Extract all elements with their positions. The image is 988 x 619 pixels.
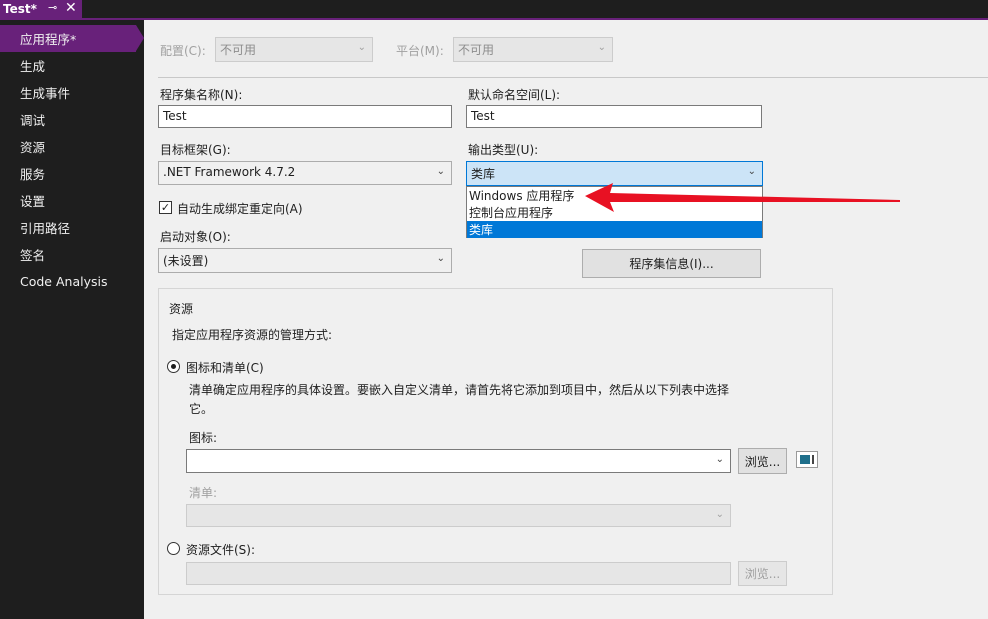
platform-value: 不可用 — [458, 43, 495, 57]
chevron-down-icon: ⌄ — [436, 166, 445, 177]
default-namespace-input[interactable]: Test — [466, 105, 762, 128]
chevron-down-icon: ⌄ — [715, 509, 724, 520]
auto-binding-checkbox[interactable]: ✓ — [159, 201, 172, 214]
radio-dot — [171, 364, 176, 369]
manifest-label: 清单: — [189, 486, 218, 500]
sidebar-item-label: 设置 — [20, 194, 46, 209]
sidebar-item-signing[interactable]: 签名 — [0, 241, 144, 268]
sidebar-item-label: 资源 — [20, 140, 46, 155]
icon-manifest-radio[interactable] — [167, 360, 180, 373]
target-framework-select[interactable]: .NET Framework 4.7.2 ⌄ — [158, 161, 452, 185]
sidebar-item-label: 签名 — [20, 248, 46, 263]
chevron-down-icon: ⌄ — [715, 454, 724, 465]
resources-subtitle: 指定应用程序资源的管理方式: — [172, 328, 333, 342]
application-properties-panel: 配置(C): 不可用 ⌄ 平台(M): 不可用 ⌄ 程序集名称(N): Test… — [144, 20, 988, 619]
manifest-description: 清单确定应用程序的具体设置。要嵌入自定义清单，请首先将它添加到项目中，然后从以下… — [189, 383, 730, 416]
assembly-name-input[interactable]: Test — [158, 105, 452, 128]
config-value: 不可用 — [220, 43, 257, 57]
target-framework-label: 目标框架(G): — [160, 143, 231, 157]
output-type-select[interactable]: 类库 ⌄ — [466, 161, 763, 186]
icon-browse-button[interactable]: 浏览... — [738, 448, 787, 474]
manifest-select[interactable]: ⌄ — [186, 504, 731, 527]
platform-label: 平台(M): — [396, 44, 444, 58]
sidebar-item-label: Code Analysis — [20, 274, 108, 289]
sidebar-item-label: 引用路径 — [20, 221, 71, 236]
chevron-down-icon: ⌄ — [597, 42, 606, 53]
sidebar-item-label: 生成事件 — [20, 86, 71, 101]
assembly-name-label: 程序集名称(N): — [160, 88, 243, 102]
sidebar-item-code-analysis[interactable]: Code Analysis — [0, 268, 144, 295]
sidebar-item-reference-paths[interactable]: 引用路径 — [0, 214, 144, 241]
resource-file-input[interactable] — [186, 562, 731, 585]
tab-title: Test* — [3, 2, 37, 16]
platform-select[interactable]: 不可用 ⌄ — [453, 37, 613, 62]
sidebar-item-label: 生成 — [20, 59, 46, 74]
assembly-info-button[interactable]: 程序集信息(I)... — [582, 249, 761, 278]
startup-object-label: 启动对象(O): — [160, 230, 231, 244]
auto-binding-label: 自动生成绑定重定向(A) — [177, 202, 303, 216]
icon-preview-fill — [800, 455, 810, 464]
sidebar-item-debug[interactable]: 调试 — [0, 106, 144, 133]
close-icon[interactable]: ✕ — [65, 0, 77, 16]
chevron-down-icon: ⌄ — [747, 166, 756, 177]
resource-file-label: 资源文件(S): — [186, 543, 256, 557]
separator — [158, 77, 988, 78]
sidebar-item-settings[interactable]: 设置 — [0, 187, 144, 214]
icon-label: 图标: — [189, 431, 218, 445]
icon-manifest-label: 图标和清单(C) — [186, 361, 264, 375]
sidebar-item-build[interactable]: 生成 — [0, 52, 144, 79]
config-select[interactable]: 不可用 ⌄ — [215, 37, 373, 62]
chevron-down-icon: ⌄ — [436, 253, 445, 264]
icon-preview-line — [812, 455, 814, 464]
pin-icon[interactable]: ⊸ — [48, 1, 57, 14]
startup-object-select[interactable]: (未设置) ⌄ — [158, 248, 452, 273]
sidebar-item-build-events[interactable]: 生成事件 — [0, 79, 144, 106]
sidebar-item-application[interactable]: 应用程序* — [0, 25, 144, 52]
startup-object-value: (未设置) — [163, 254, 209, 268]
project-properties-sidebar: 应用程序* 生成 生成事件 调试 资源 服务 设置 引用路径 签名 Code A… — [0, 20, 144, 619]
dropdown-option-console-app[interactable]: 控制台应用程序 — [467, 204, 762, 221]
target-framework-value: .NET Framework 4.7.2 — [163, 165, 296, 179]
config-label: 配置(C): — [160, 44, 206, 58]
document-tab[interactable]: Test* ⊸ ✕ — [0, 0, 82, 18]
resource-file-radio[interactable] — [167, 542, 180, 555]
dropdown-option-class-library[interactable]: 类库 — [467, 221, 762, 238]
output-type-dropdown-list: Windows 应用程序 控制台应用程序 类库 — [466, 186, 763, 238]
resource-file-browse-button[interactable]: 浏览... — [738, 561, 787, 586]
sidebar-item-resources[interactable]: 资源 — [0, 133, 144, 160]
sidebar-item-services[interactable]: 服务 — [0, 160, 144, 187]
icon-preview-image — [796, 451, 818, 468]
chevron-down-icon: ⌄ — [357, 42, 366, 53]
output-type-value: 类库 — [471, 167, 496, 181]
dropdown-option-windows-app[interactable]: Windows 应用程序 — [467, 187, 762, 204]
resources-title: 资源 — [166, 300, 197, 317]
default-namespace-label: 默认命名空间(L): — [468, 88, 561, 102]
document-tab-bar: Test* ⊸ ✕ — [0, 0, 988, 20]
output-type-label: 输出类型(U): — [468, 143, 539, 157]
icon-select[interactable]: ⌄ — [186, 449, 731, 473]
sidebar-item-label: 服务 — [20, 167, 46, 182]
sidebar-item-label: 应用程序* — [20, 32, 77, 47]
sidebar-item-label: 调试 — [20, 113, 46, 128]
